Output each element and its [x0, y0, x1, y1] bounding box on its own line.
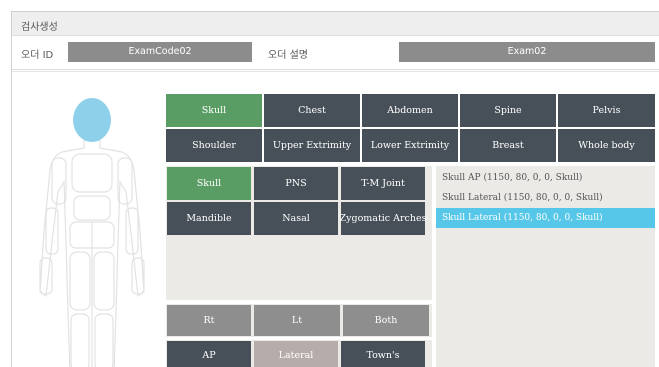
order-info-row: 오더 ID ExamCode02 오더 설명 Exam02 [12, 36, 659, 70]
region-button-chest[interactable]: Chest [264, 94, 360, 127]
region-button-lower-extremity[interactable]: Lower Extrimity [362, 129, 458, 162]
exam-list-item[interactable]: Skull AP (1150, 80, 0, 0, Skull) [436, 168, 655, 188]
region-button-upper-extremity[interactable]: Upper Extrimity [264, 129, 360, 162]
window-title: 검사생성 [21, 22, 58, 33]
projection-button-towns[interactable]: Town's [341, 341, 425, 367]
window-titlebar: 검사생성 [12, 12, 659, 36]
order-id-label: 오더 ID [21, 50, 54, 61]
region-button-shoulder[interactable]: Shoulder [166, 129, 262, 162]
region-button-abdomen[interactable]: Abdomen [362, 94, 458, 127]
order-desc-field[interactable]: Exam02 [399, 42, 655, 62]
sub-region-button-tm-joint[interactable]: T-M Joint [341, 167, 425, 200]
region-button-pelvis[interactable]: Pelvis [558, 94, 655, 127]
order-id-field[interactable]: ExamCode02 [68, 42, 252, 62]
region-button-skull[interactable]: Skull [166, 94, 262, 127]
body-map-figure[interactable] [22, 82, 162, 367]
exam-builder-panel: Skull Chest Abdomen Spine Pelvis Shoulde… [12, 71, 659, 367]
projection-button-lateral[interactable]: Lateral [254, 341, 338, 367]
exam-list-item[interactable]: Skull Lateral (1150, 80, 0, 0, Skull) [436, 188, 655, 208]
exam-list-item-selected[interactable]: Skull Lateral (1150, 80, 0, 0, Skull) [436, 208, 655, 228]
sub-region-button-nasal[interactable]: Nasal [254, 202, 338, 235]
sub-region-button-zygomatic-arches[interactable]: Zygomatic Arches [340, 202, 427, 235]
sub-region-button-pns[interactable]: PNS [254, 167, 338, 200]
region-button-breast[interactable]: Breast [460, 129, 556, 162]
order-desc-label: 오더 설명 [268, 50, 308, 61]
sub-region-button-mandible[interactable]: Mandible [167, 202, 251, 235]
head-region-selected [73, 98, 111, 142]
exam-create-window: 검사생성 오더 ID ExamCode02 오더 설명 Exam02 Skull… [11, 11, 659, 367]
laterality-button-both[interactable]: Both [343, 305, 429, 336]
region-button-whole-body[interactable]: Whole body [558, 129, 655, 162]
exam-list: Skull AP (1150, 80, 0, 0, Skull) Skull L… [436, 166, 655, 367]
sub-region-button-skull[interactable]: Skull [167, 167, 251, 200]
laterality-button-lt[interactable]: Lt [254, 305, 340, 336]
region-button-spine[interactable]: Spine [460, 94, 556, 127]
laterality-button-rt[interactable]: Rt [167, 305, 251, 336]
projection-button-ap[interactable]: AP [167, 341, 251, 367]
